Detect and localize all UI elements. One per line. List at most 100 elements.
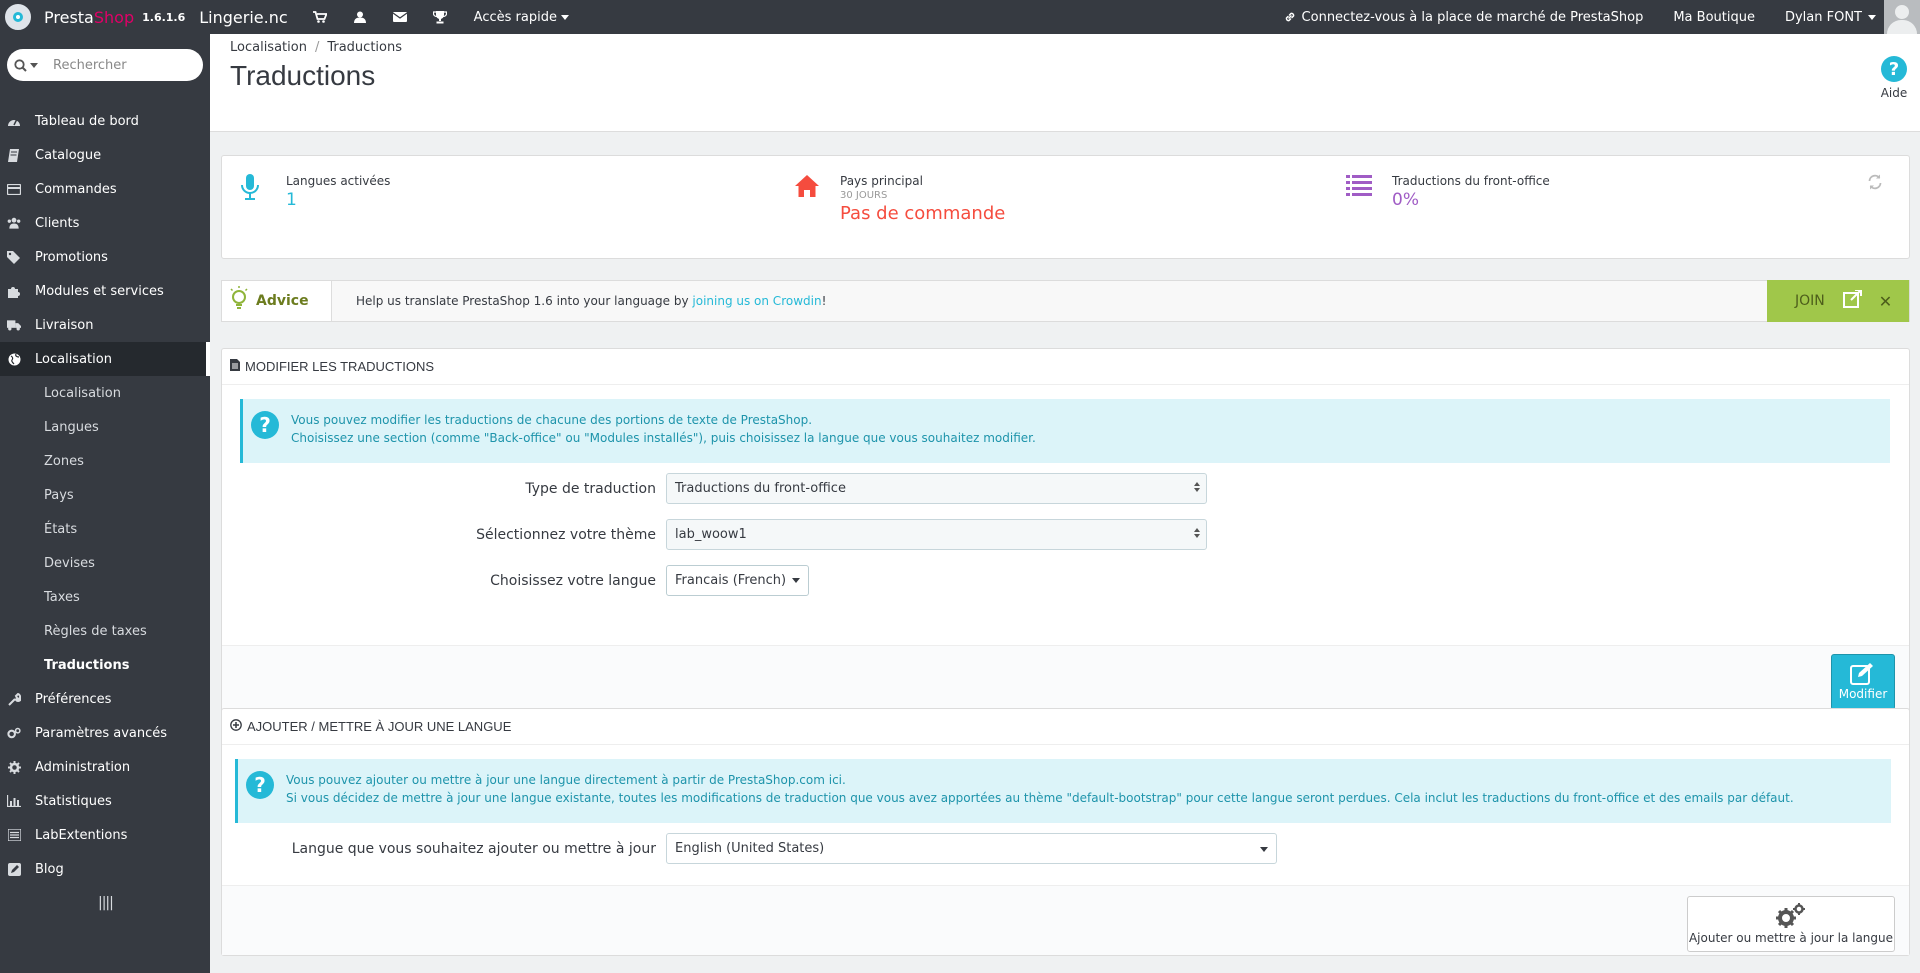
kpi-main-country[interactable]: Pays principal 30 JOURS Pas de commande <box>794 174 1005 224</box>
sidebar-subitem-countries[interactable]: Pays <box>0 478 210 512</box>
advice-banner: Advice Help us translate PrestaShop 1.6 … <box>221 280 1910 322</box>
breadcrumb: Localisation / Traductions <box>230 40 402 55</box>
caret-down-icon <box>1868 14 1876 20</box>
sidebar-item-labextentions[interactable]: LabExtentions <box>0 818 210 852</box>
add-language-panel: AJOUTER / METTRE À JOUR UNE LANGUE ? Vou… <box>221 708 1910 956</box>
sidebar-subitem-zones[interactable]: Zones <box>0 444 210 478</box>
search-icon <box>14 58 27 72</box>
kpi-languages[interactable]: Langues activées 1 <box>240 174 390 210</box>
sidebar-item-dashboard[interactable]: Tableau de bord <box>0 104 210 138</box>
form-row-add-language: Langue que vous souhaitez ajouter ou met… <box>222 833 1277 864</box>
info-alert: ? Vous pouvez modifier les traductions d… <box>240 399 1890 463</box>
cart-icon[interactable] <box>300 0 340 34</box>
modify-translations-panel: MODIFIER LES TRADUCTIONS ? Vous pouvez m… <box>221 348 1910 718</box>
envelope-icon[interactable] <box>380 0 420 34</box>
plus-circle-icon <box>230 719 242 734</box>
user-icon[interactable] <box>340 0 380 34</box>
refresh-icon[interactable] <box>1867 174 1883 194</box>
add-update-language-button[interactable]: Ajouter ou mettre à jour la langue <box>1687 896 1895 952</box>
kpi-front-translations[interactable]: Traductions du front-office 0% <box>1346 174 1550 210</box>
pencil-square-icon <box>7 862 21 876</box>
sidebar-subitem-tax-rules[interactable]: Règles de taxes <box>0 614 210 648</box>
sidebar-item-promotions[interactable]: Promotions <box>0 240 210 274</box>
sidebar-item-orders[interactable]: Commandes <box>0 172 210 206</box>
avatar[interactable] <box>1884 0 1920 34</box>
credit-card-icon <box>7 182 21 196</box>
brand-name[interactable]: PrestaShop <box>44 8 134 27</box>
user-menu[interactable]: Dylan FONT <box>1785 10 1876 25</box>
my-shop-link[interactable]: Ma Boutique <box>1673 10 1755 25</box>
version-label: 1.6.1.6 <box>142 10 186 24</box>
sidebar-item-preferences[interactable]: Préférences <box>0 682 210 716</box>
gear-icon <box>7 760 21 774</box>
sidebar-item-shipping[interactable]: Livraison <box>0 308 210 342</box>
question-icon: ? <box>1881 56 1907 82</box>
cogs-icon <box>7 726 21 740</box>
external-link-icon[interactable] <box>1842 289 1863 312</box>
bar-chart-icon <box>7 794 21 808</box>
sidebar-subitem-translations[interactable]: Traductions <box>0 648 210 682</box>
file-text-icon <box>230 359 240 374</box>
book-icon <box>7 148 21 162</box>
dashboard-icon <box>7 114 21 128</box>
trophy-icon[interactable] <box>420 0 460 34</box>
breadcrumb-item: Traductions <box>327 40 402 55</box>
kpi-bar: Langues activées 1 Pays principal 30 JOU… <box>221 155 1910 259</box>
advice-label: Advice <box>256 293 309 309</box>
quick-access-menu[interactable]: Accès rapide <box>474 10 569 25</box>
sidebar-subitem-taxes[interactable]: Taxes <box>0 580 210 614</box>
prestashop-logo[interactable] <box>0 0 36 34</box>
crowdin-link[interactable]: joining us on Crowdin <box>692 294 821 308</box>
sidebar-item-modules[interactable]: Modules et services <box>0 274 210 308</box>
globe-icon <box>7 352 21 366</box>
page-title: Traductions <box>230 60 376 91</box>
sidebar-item-administration[interactable]: Administration <box>0 750 210 784</box>
caret-down-icon <box>1260 847 1268 852</box>
add-language-select[interactable]: English (United States) <box>666 833 1277 864</box>
search-scope-button[interactable] <box>7 58 45 72</box>
close-icon[interactable]: ✕ <box>1879 292 1892 311</box>
tags-icon <box>7 250 21 264</box>
sidebar-item-stats[interactable]: Statistiques <box>0 784 210 818</box>
sidebar-item-catalog[interactable]: Catalogue <box>0 138 210 172</box>
modify-button[interactable]: Modifier <box>1831 654 1895 710</box>
puzzle-icon <box>7 284 21 298</box>
truck-icon <box>7 318 21 332</box>
search-box <box>7 49 203 81</box>
sidebar-subitem-localization[interactable]: Localisation <box>0 376 210 410</box>
sidebar-item-localization[interactable]: Localisation <box>0 342 210 376</box>
sidebar-item-customers[interactable]: Clients <box>0 206 210 240</box>
help-button[interactable]: ? Aide <box>1874 56 1914 100</box>
sidebar-item-blog[interactable]: Blog <box>0 852 210 886</box>
caret-down-icon <box>560 14 569 20</box>
sidebar-subitem-languages[interactable]: Langues <box>0 410 210 444</box>
translation-type-select[interactable]: Traductions du front-office <box>666 473 1207 504</box>
panel-title: MODIFIER LES TRADUCTIONS <box>245 359 435 374</box>
sidebar: Tableau de bord Catalogue Commandes Clie… <box>0 34 210 973</box>
panel-title: AJOUTER / METTRE À JOUR UNE LANGUE <box>247 719 512 734</box>
main-content: Localisation / Traductions Traductions ? A… <box>210 34 1920 973</box>
info-alert: ? Vous pouvez ajouter ou mettre à jour u… <box>235 759 1891 823</box>
form-row-language: Choisissez votre langue Francais (French… <box>222 565 810 596</box>
language-dropdown-button[interactable]: Francais (French) <box>666 565 810 596</box>
marketplace-link[interactable]: Connectez-vous à la place de marché de P… <box>1284 10 1643 25</box>
shop-name: Lingerie.nc <box>199 7 288 27</box>
form-row-type: Type de traduction Traductions du front-… <box>222 473 1207 504</box>
localization-submenu: Localisation Langues Zones Pays États De… <box>0 376 210 682</box>
lightbulb-icon <box>230 286 248 316</box>
question-icon: ? <box>246 771 274 799</box>
sidebar-subitem-currencies[interactable]: Devises <box>0 546 210 580</box>
theme-select[interactable]: lab_woow1 <box>666 519 1207 550</box>
search-input[interactable] <box>53 57 193 73</box>
page-header: Localisation / Traductions Traductions ? A… <box>210 34 1920 132</box>
sidebar-subitem-states[interactable]: États <box>0 512 210 546</box>
caret-down-icon <box>30 62 38 68</box>
collapse-menu-button[interactable]: |||| <box>98 895 114 911</box>
microphone-icon <box>240 174 270 204</box>
join-banner: JOIN ✕ <box>1767 280 1909 322</box>
top-bar: PrestaShop 1.6.1.6 Lingerie.nc Accès rap… <box>0 0 1920 34</box>
breadcrumb-item[interactable]: Localisation <box>230 40 307 55</box>
wrench-icon <box>7 692 21 706</box>
sidebar-item-advanced-parameters[interactable]: Paramètres avancés <box>0 716 210 750</box>
join-button[interactable]: JOIN <box>1795 293 1825 309</box>
